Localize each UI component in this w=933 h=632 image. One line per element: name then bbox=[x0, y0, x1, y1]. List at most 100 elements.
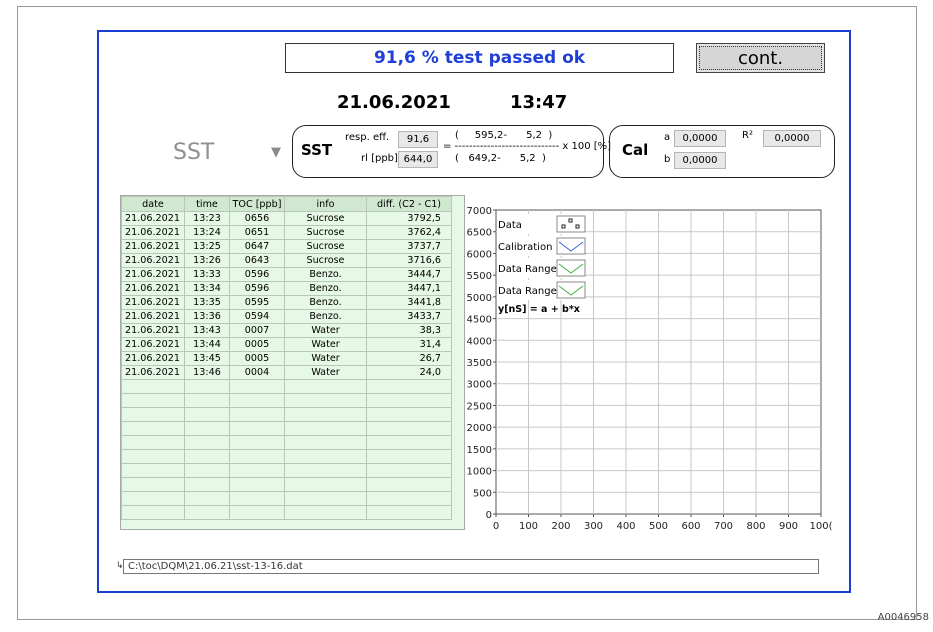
table-row[interactable]: 21.06.2021 13:35 0595 Benzo. 3441,8 bbox=[121, 295, 452, 310]
header-diff: diff. (C2 - C1) bbox=[366, 196, 452, 212]
cal-panel: Cal a 0,0000 b 0,0000 R² 0,0000 bbox=[609, 125, 835, 178]
table-cell: Sucrose bbox=[284, 253, 367, 268]
table-row[interactable] bbox=[121, 421, 452, 436]
header-toc: TOC [ppb] bbox=[229, 196, 285, 212]
b-label: b bbox=[664, 154, 671, 165]
table-cell: 24,0 bbox=[366, 365, 452, 380]
table-row[interactable] bbox=[121, 435, 452, 450]
table-cell: Sucrose bbox=[284, 211, 367, 226]
table-cell bbox=[284, 463, 367, 478]
table-cell: 3792,5 bbox=[366, 211, 452, 226]
table-cell: 3716,6 bbox=[366, 253, 452, 268]
table-row[interactable] bbox=[121, 491, 452, 506]
table-cell: Water bbox=[284, 337, 367, 352]
table-row[interactable]: 21.06.2021 13:43 0007 Water 38,3 bbox=[121, 323, 452, 338]
resp-eff-label: resp. eff. bbox=[345, 132, 390, 143]
table-cell: 21.06.2021 bbox=[121, 281, 185, 296]
x-tick-label: 200 bbox=[551, 521, 570, 532]
table-row[interactable] bbox=[121, 407, 452, 422]
table-row[interactable]: 21.06.2021 13:25 0647 Sucrose 3737,7 bbox=[121, 239, 452, 254]
cont-button[interactable]: cont. bbox=[696, 43, 825, 73]
y-tick-label: 6500 bbox=[467, 228, 492, 239]
x-tick-label: 100( bbox=[810, 521, 833, 532]
formula-numerator: ( 595,2- 5,2 ) bbox=[455, 130, 553, 141]
x-tick-label: 600 bbox=[681, 521, 700, 532]
r2-field: 0,0000 bbox=[763, 130, 821, 147]
table-cell: 31,4 bbox=[366, 337, 452, 352]
cont-button-label[interactable]: cont. bbox=[699, 46, 822, 70]
table-cell bbox=[121, 435, 185, 450]
table-cell bbox=[184, 505, 230, 520]
table-row[interactable]: 21.06.2021 13:46 0004 Water 24,0 bbox=[121, 365, 452, 380]
table-row[interactable]: 21.06.2021 13:45 0005 Water 26,7 bbox=[121, 351, 452, 366]
table-cell bbox=[184, 407, 230, 422]
table-cell bbox=[184, 449, 230, 464]
table-cell bbox=[284, 477, 367, 492]
table-row[interactable]: 21.06.2021 13:36 0594 Benzo. 3433,7 bbox=[121, 309, 452, 324]
table-cell: 3447,1 bbox=[366, 281, 452, 296]
measurement-table[interactable]: date time TOC [ppb] info diff. (C2 - C1)… bbox=[120, 195, 465, 530]
table-row[interactable]: 21.06.2021 13:33 0596 Benzo. 3444,7 bbox=[121, 267, 452, 282]
table-cell: 21.06.2021 bbox=[121, 225, 185, 240]
table-cell bbox=[121, 379, 185, 394]
table-cell bbox=[284, 505, 367, 520]
table-cell: 3441,8 bbox=[366, 295, 452, 310]
y-tick-label: 3000 bbox=[467, 380, 492, 391]
table-cell: 0594 bbox=[229, 309, 285, 324]
table-cell bbox=[366, 505, 452, 520]
dropdown-arrow-icon[interactable]: ▼ bbox=[271, 145, 281, 160]
y-tick-label: 1500 bbox=[467, 445, 492, 456]
table-cell: 3762,4 bbox=[366, 225, 452, 240]
table-cell bbox=[121, 477, 185, 492]
table-cell bbox=[366, 407, 452, 422]
table-cell: 3444,7 bbox=[366, 267, 452, 282]
table-cell: Benzo. bbox=[284, 295, 367, 310]
table-cell bbox=[229, 505, 285, 520]
table-cell bbox=[229, 477, 285, 492]
table-cell: 0005 bbox=[229, 337, 285, 352]
table-row[interactable] bbox=[121, 393, 452, 408]
chart-equation: y[nS] = a + b*x bbox=[498, 304, 580, 315]
table-row[interactable] bbox=[121, 505, 452, 520]
table-cell bbox=[184, 477, 230, 492]
table-cell bbox=[184, 435, 230, 450]
table-cell: 13:25 bbox=[184, 239, 230, 254]
x-tick-label: 0 bbox=[493, 521, 499, 532]
table-row[interactable] bbox=[121, 449, 452, 464]
table-row[interactable]: 21.06.2021 13:26 0643 Sucrose 3716,6 bbox=[121, 253, 452, 268]
table-row[interactable]: 21.06.2021 13:23 0656 Sucrose 3792,5 bbox=[121, 211, 452, 226]
cal-label: Cal bbox=[622, 141, 649, 159]
file-path-field[interactable]: C:\toc\DQM\21.06.21\sst-13-16.dat bbox=[123, 559, 819, 574]
table-row[interactable]: 21.06.2021 13:44 0005 Water 31,4 bbox=[121, 337, 452, 352]
table-row[interactable]: 21.06.2021 13:24 0651 Sucrose 3762,4 bbox=[121, 225, 452, 240]
table-cell bbox=[366, 421, 452, 436]
x-tick-label: 900 bbox=[779, 521, 798, 532]
table-cell: 21.06.2021 bbox=[121, 365, 185, 380]
table-cell: 26,7 bbox=[366, 351, 452, 366]
table-cell: Benzo. bbox=[284, 281, 367, 296]
table-row[interactable] bbox=[121, 463, 452, 478]
y-tick-label: 1000 bbox=[467, 467, 492, 478]
table-cell: 21.06.2021 bbox=[121, 253, 185, 268]
status-message: 91,6 % test passed ok bbox=[285, 43, 674, 73]
sst-label: SST bbox=[301, 141, 333, 159]
table-cell bbox=[366, 393, 452, 408]
formula-line: = ----------------------------- x 100 [%… bbox=[443, 141, 612, 152]
table-cell bbox=[366, 477, 452, 492]
table-row[interactable] bbox=[121, 379, 452, 394]
table-row[interactable] bbox=[121, 477, 452, 492]
table-cell bbox=[229, 435, 285, 450]
a-label: a bbox=[664, 132, 671, 143]
y-tick-label: 4000 bbox=[467, 336, 492, 347]
y-tick-label: 500 bbox=[473, 488, 492, 499]
table-cell bbox=[284, 379, 367, 394]
table-cell: 13:43 bbox=[184, 323, 230, 338]
table-row[interactable]: 21.06.2021 13:34 0596 Benzo. 3447,1 bbox=[121, 281, 452, 296]
a-field: 0,0000 bbox=[674, 130, 726, 147]
mode-select[interactable]: SST ▼ bbox=[121, 132, 291, 174]
table-cell bbox=[366, 463, 452, 478]
table-cell bbox=[284, 407, 367, 422]
table-cell: 21.06.2021 bbox=[121, 239, 185, 254]
table-cell: 0656 bbox=[229, 211, 285, 226]
header-date: date bbox=[121, 196, 185, 212]
